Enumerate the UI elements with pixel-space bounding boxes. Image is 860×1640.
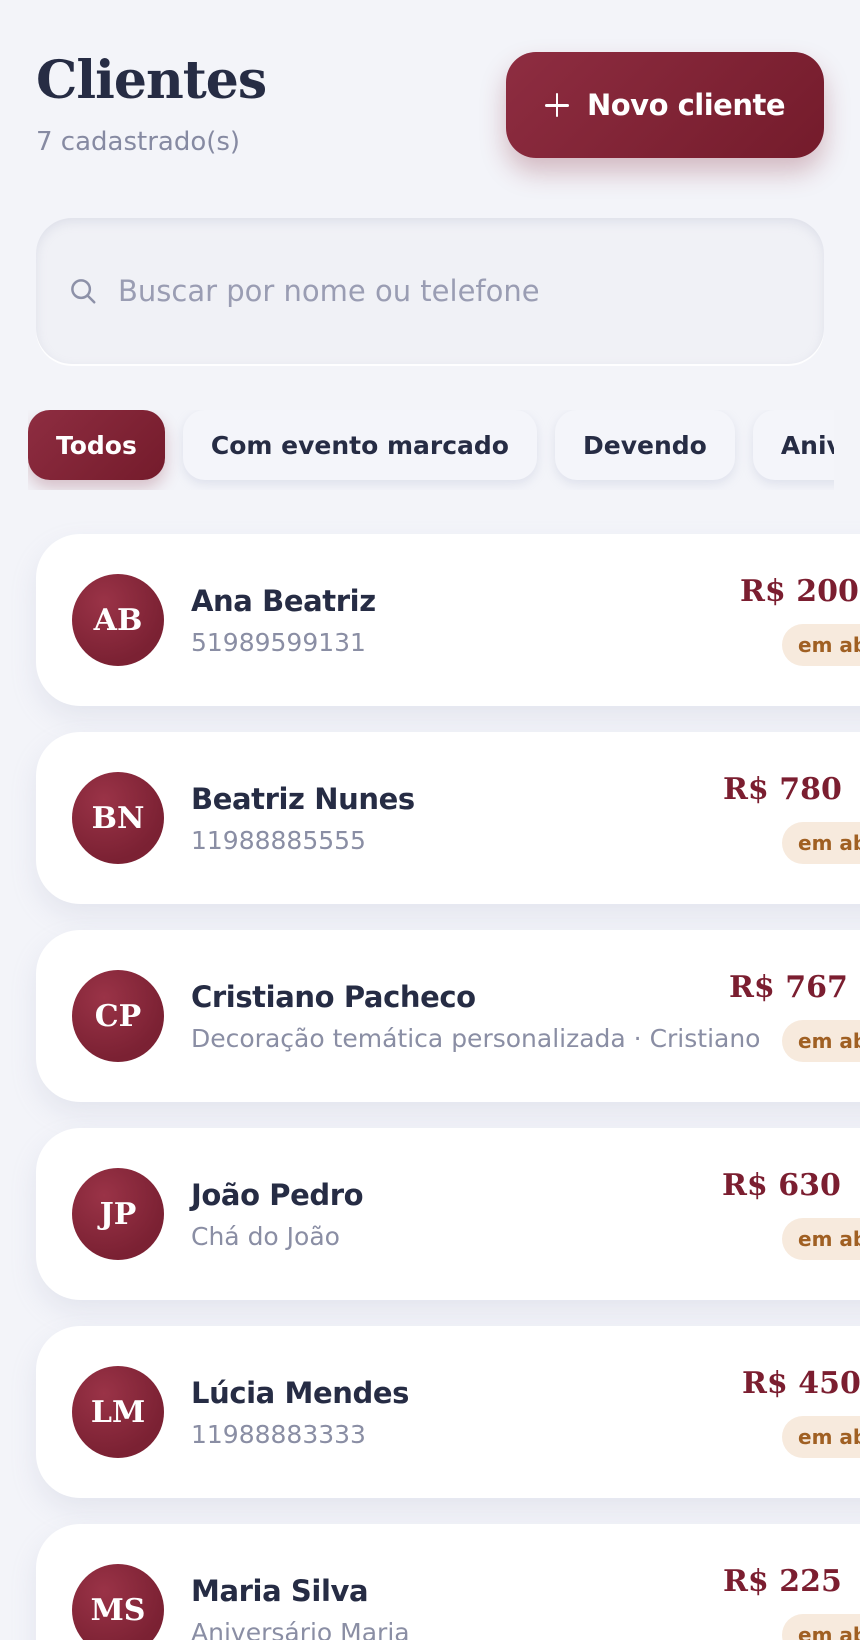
status-badge: em aberto (782, 1020, 860, 1062)
client-count: 7 cadastrado(s) (36, 127, 241, 157)
client-detail: Decoração temática personalizada · Crist… (191, 1024, 761, 1053)
filter-chip-aniversariantes[interactable]: Aniversariantes (752, 410, 834, 480)
filter-chip-com-evento-marcado[interactable]: Com evento marcado (182, 410, 537, 480)
filter-chip-devendo[interactable]: Devendo (554, 410, 735, 480)
client-detail: 11988885555 (191, 826, 366, 855)
filter-chip-strip: Todos Com evento marcado Devendo Anivers… (28, 410, 834, 480)
client-card[interactable]: MS Maria Silva Aniversário Maria R$ 225 … (36, 1524, 860, 1640)
client-detail: 51989599131 (191, 628, 366, 657)
status-badge: em aberto (782, 1614, 860, 1640)
status-badge: em aberto (782, 1416, 860, 1458)
client-amount: R$ 780 (723, 772, 842, 807)
status-badge: em aberto (782, 624, 860, 666)
client-name: Maria Silva (191, 1574, 369, 1608)
client-card[interactable]: JP João Pedro Chá do João R$ 630 em aber… (36, 1128, 860, 1300)
plus-icon (544, 93, 569, 117)
clients-page: Clientes 7 cadastrado(s) Novo cliente To… (0, 0, 860, 1640)
client-name: Cristiano Pacheco (191, 980, 476, 1014)
client-amount: R$ 450 (742, 1366, 860, 1401)
search-bar[interactable] (36, 218, 824, 364)
client-list: AB Ana Beatriz 51989599131 R$ 200 em abe… (36, 534, 860, 1640)
avatar: LM (72, 1366, 164, 1458)
avatar: MS (72, 1564, 164, 1640)
client-card[interactable]: LM Lúcia Mendes 11988883333 R$ 450 em ab… (36, 1326, 860, 1498)
client-detail: Chá do João (191, 1222, 340, 1251)
avatar: CP (72, 970, 164, 1062)
client-name: Lúcia Mendes (191, 1376, 409, 1410)
new-client-button[interactable]: Novo cliente (506, 52, 824, 158)
page-title: Clientes (36, 50, 267, 111)
client-card[interactable]: CP Cristiano Pacheco Decoração temática … (36, 930, 860, 1102)
search-input[interactable] (116, 273, 800, 309)
filter-chip-todos[interactable]: Todos (28, 410, 165, 480)
avatar: AB (72, 574, 164, 666)
client-name: João Pedro (191, 1178, 364, 1212)
new-client-button-label: Novo cliente (586, 88, 786, 122)
client-card[interactable]: AB Ana Beatriz 51989599131 R$ 200 em abe… (36, 534, 860, 706)
status-badge: em aberto (782, 1218, 860, 1260)
filter-chips: Todos Com evento marcado Devendo Anivers… (28, 410, 834, 490)
client-detail: 11988883333 (191, 1420, 366, 1449)
client-name: Ana Beatriz (191, 584, 376, 618)
avatar: BN (72, 772, 164, 864)
client-amount: R$ 630 (722, 1168, 841, 1203)
client-detail: Aniversário Maria (191, 1618, 410, 1640)
avatar: JP (72, 1168, 164, 1260)
status-badge: em aberto (782, 822, 860, 864)
client-card[interactable]: BN Beatriz Nunes 11988885555 R$ 780 em a… (36, 732, 860, 904)
client-amount: R$ 200 (740, 574, 859, 609)
client-amount: R$ 767 (729, 970, 848, 1005)
search-icon (71, 279, 96, 304)
client-name: Beatriz Nunes (191, 782, 415, 816)
client-amount: R$ 225 (723, 1564, 842, 1599)
